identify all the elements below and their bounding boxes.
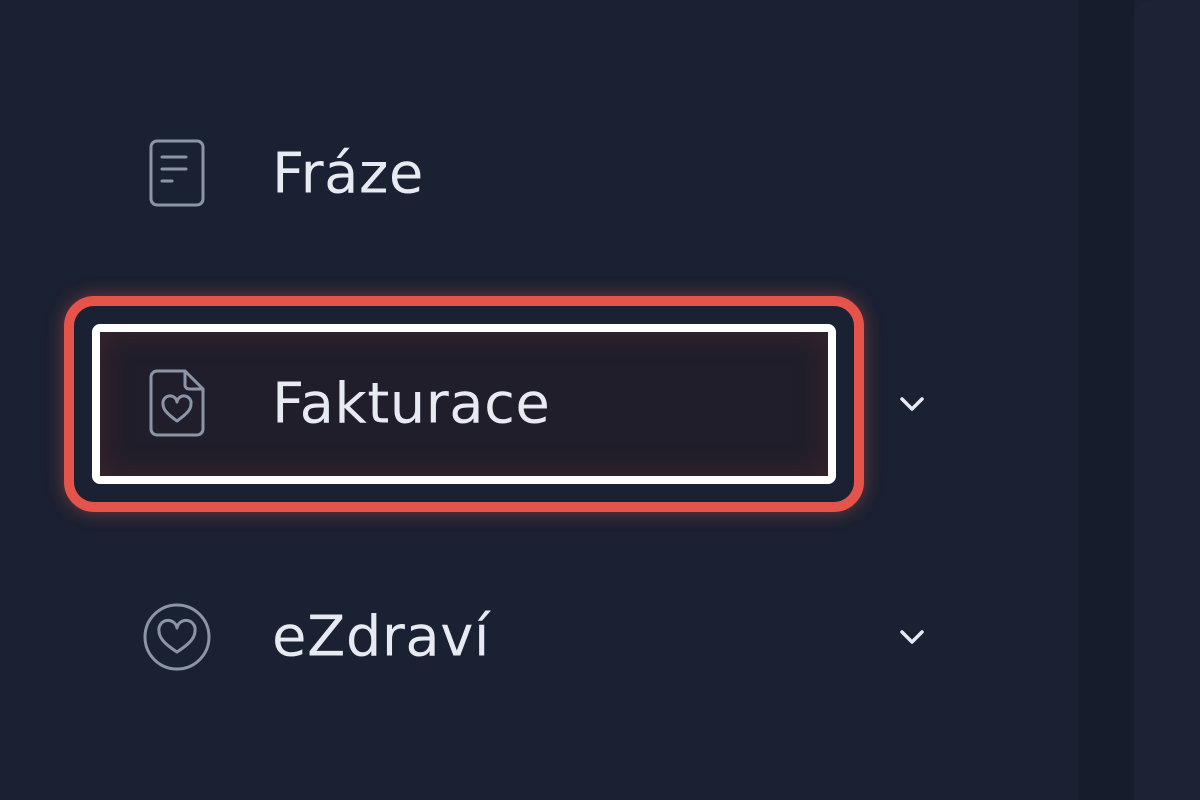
document-heart-icon [142,369,212,439]
main-content-panel [1134,0,1200,800]
app-window: Fráze Fakturace eZdraví [0,0,1200,800]
document-lines-icon [142,139,212,209]
sidebar-item-label: Fakturace [272,371,551,437]
sidebar-item-ezdravi[interactable]: eZdraví [92,557,836,717]
sidebar: Fráze Fakturace eZdraví [0,0,1078,800]
expand-fakturace-chevron-down-icon[interactable] [890,382,934,426]
sidebar-item-fakturace[interactable]: Fakturace [64,296,864,512]
heart-circle-icon [142,602,212,672]
sidebar-item-label: Fráze [272,141,424,207]
sidebar-item-label: eZdraví [272,604,490,670]
expand-ezdravi-chevron-down-icon[interactable] [890,615,934,659]
sidebar-border [1078,0,1134,800]
sidebar-item-fraze[interactable]: Fráze [92,94,836,254]
